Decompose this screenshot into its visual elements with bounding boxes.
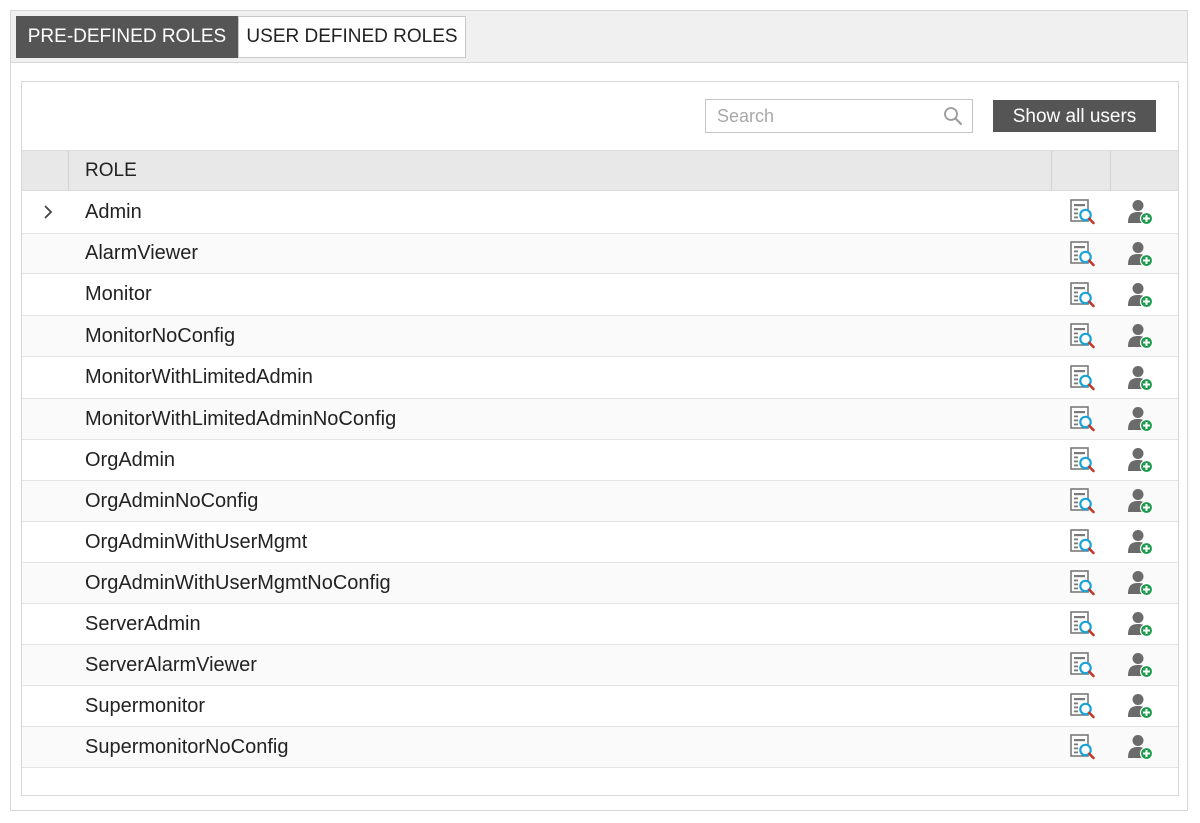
table-row[interactable]: OrgAdminNoConfig	[22, 481, 1178, 522]
toolbar: Show all users	[22, 82, 1178, 150]
role-name: Supermonitor	[85, 695, 206, 717]
table-row[interactable]: MonitorNoConfig	[22, 316, 1178, 357]
search-icon[interactable]	[943, 106, 963, 126]
add-user-icon[interactable]	[1126, 610, 1154, 638]
view-details-icon[interactable]	[1068, 240, 1096, 268]
table-row[interactable]: Supermonitor	[22, 686, 1178, 727]
add-user-icon[interactable]	[1126, 692, 1154, 720]
table-row[interactable]: ServerAdmin	[22, 604, 1178, 645]
table-row[interactable]: SupermonitorNoConfig	[22, 727, 1178, 768]
view-details-icon[interactable]	[1068, 364, 1096, 392]
table-row[interactable]: AlarmViewer	[22, 234, 1178, 274]
role-name: AlarmViewer	[85, 242, 198, 264]
role-name: Admin	[85, 201, 142, 223]
view-details-icon[interactable]	[1068, 610, 1096, 638]
add-user-icon[interactable]	[1126, 198, 1154, 226]
add-user-icon[interactable]	[1126, 322, 1154, 350]
view-details-icon[interactable]	[1068, 446, 1096, 474]
role-name: SupermonitorNoConfig	[85, 736, 289, 758]
roles-container: PRE-DEFINED ROLES USER DEFINED ROLES Sho…	[10, 10, 1188, 811]
add-user-icon[interactable]	[1126, 405, 1154, 433]
add-user-icon[interactable]	[1126, 281, 1154, 309]
view-details-icon[interactable]	[1068, 651, 1096, 679]
add-user-icon[interactable]	[1126, 240, 1154, 268]
role-name: OrgAdminNoConfig	[85, 490, 259, 512]
search-box	[705, 99, 973, 133]
table-row[interactable]: Admin	[22, 191, 1178, 234]
chevron-right-icon[interactable]	[42, 204, 54, 220]
view-details-icon[interactable]	[1068, 692, 1096, 720]
add-user-icon[interactable]	[1126, 528, 1154, 556]
table-row[interactable]: OrgAdmin	[22, 440, 1178, 481]
role-name: ServerAlarmViewer	[85, 654, 257, 676]
table-row[interactable]: Monitor	[22, 274, 1178, 316]
view-details-icon[interactable]	[1068, 281, 1096, 309]
tab-pre-defined-roles[interactable]: PRE-DEFINED ROLES	[16, 16, 238, 58]
header-separator	[1110, 151, 1111, 190]
role-name: ServerAdmin	[85, 613, 201, 635]
role-name: Monitor	[85, 283, 152, 305]
role-name: MonitorNoConfig	[85, 325, 236, 347]
view-details-icon[interactable]	[1068, 528, 1096, 556]
table-row[interactable]: ServerAlarmViewer	[22, 645, 1178, 686]
search-input[interactable]	[706, 100, 934, 132]
table-header: ROLE	[22, 150, 1178, 191]
table-row[interactable]: MonitorWithLimitedAdmin	[22, 357, 1178, 399]
role-name: OrgAdmin	[85, 449, 176, 471]
add-user-icon[interactable]	[1126, 446, 1154, 474]
column-header-role[interactable]: ROLE	[85, 151, 137, 190]
role-name: MonitorWithLimitedAdmin	[85, 366, 313, 388]
view-details-icon[interactable]	[1068, 405, 1096, 433]
tab-bar: PRE-DEFINED ROLES USER DEFINED ROLES	[11, 11, 1187, 63]
view-details-icon[interactable]	[1068, 198, 1096, 226]
view-details-icon[interactable]	[1068, 487, 1096, 515]
role-name: MonitorWithLimitedAdminNoConfig	[85, 408, 397, 430]
add-user-icon[interactable]	[1126, 569, 1154, 597]
table-row[interactable]: OrgAdminWithUserMgmt	[22, 522, 1178, 563]
view-details-icon[interactable]	[1068, 569, 1096, 597]
add-user-icon[interactable]	[1126, 651, 1154, 679]
add-user-icon[interactable]	[1126, 733, 1154, 761]
view-details-icon[interactable]	[1068, 322, 1096, 350]
header-separator	[68, 151, 69, 190]
view-details-icon[interactable]	[1068, 733, 1096, 761]
table-row[interactable]: MonitorWithLimitedAdminNoConfig	[22, 399, 1178, 440]
show-all-users-button[interactable]: Show all users	[993, 100, 1156, 132]
tab-user-defined-roles[interactable]: USER DEFINED ROLES	[238, 16, 466, 58]
add-user-icon[interactable]	[1126, 487, 1154, 515]
roles-panel: Show all users ROLE Admin AlarmViewe	[21, 81, 1179, 796]
table-row[interactable]: OrgAdminWithUserMgmtNoConfig	[22, 563, 1178, 604]
role-name: OrgAdminWithUserMgmt	[85, 531, 308, 553]
role-name: OrgAdminWithUserMgmtNoConfig	[85, 572, 391, 594]
header-separator	[1051, 151, 1052, 190]
add-user-icon[interactable]	[1126, 364, 1154, 392]
role-list: Admin AlarmViewer Monitor MonitorNoConfi…	[22, 191, 1178, 768]
